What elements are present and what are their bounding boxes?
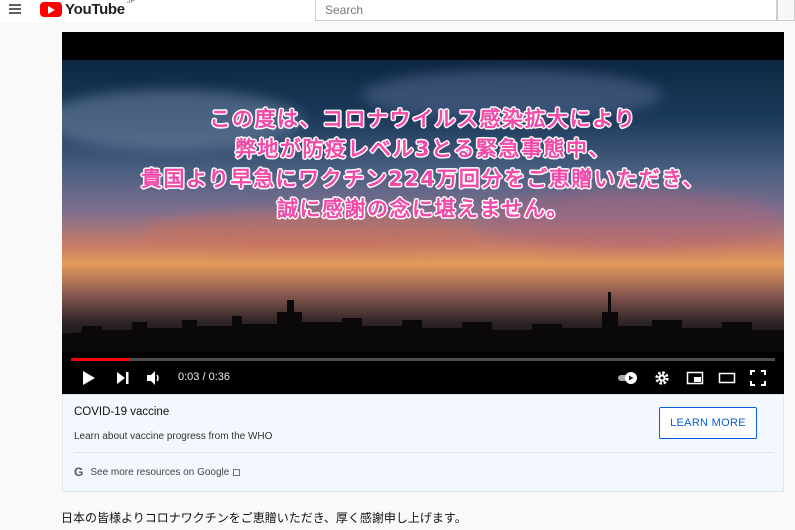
video-description: 日本の皆様よりコロナワクチンをご恵贈いただき、厚く感謝申し上げます。 [61, 511, 467, 525]
info-panel-description: Learn about vaccine progress from the WH… [74, 431, 273, 442]
progress-fill [71, 358, 130, 361]
video-player[interactable]: この度は、コロナウイルス感染拡大により 弊地が防疫レベル3とる緊急事態中、 貴国… [62, 32, 784, 394]
city-skyline [62, 292, 784, 352]
theater-mode-icon[interactable] [718, 370, 736, 386]
youtube-play-icon [40, 2, 62, 17]
subtitle-overlay: この度は、コロナウイルス感染拡大により 弊地が防疫レベル3とる緊急事態中、 貴国… [62, 104, 784, 224]
google-link-text: See more resources on Google [90, 466, 230, 478]
learn-more-button[interactable]: LEARN MORE [659, 407, 757, 439]
autoplay-toggle-icon[interactable] [617, 370, 639, 386]
google-resources-link[interactable]: G See more resources on Google [74, 465, 241, 479]
miniplayer-icon[interactable] [686, 370, 704, 386]
info-panel-title: COVID-19 vaccine [74, 406, 170, 418]
caption-line-2: 弊地が防疫レベル3とる緊急事態中、 [234, 137, 612, 161]
covid-info-panel: COVID-19 vaccine Learn about vaccine pro… [62, 394, 784, 492]
progress-bar[interactable] [71, 358, 775, 361]
search-input[interactable] [316, 0, 776, 20]
menu-icon[interactable] [9, 4, 21, 14]
player-controls: 0:03 / 0:36 [62, 362, 784, 394]
settings-gear-icon[interactable] [654, 370, 670, 386]
logo-text: YouTube [65, 1, 125, 18]
logo-country-code: JP [126, 0, 136, 5]
play-icon[interactable] [82, 370, 96, 386]
next-icon[interactable] [116, 370, 130, 386]
search-button[interactable] [777, 0, 795, 21]
time-display: 0:03 / 0:36 [178, 371, 230, 383]
caption-line-1: この度は、コロナウイルス感染拡大により [209, 107, 637, 131]
top-bar: YouTube JP [0, 0, 795, 22]
fullscreen-icon[interactable] [750, 370, 766, 386]
volume-icon[interactable] [146, 370, 162, 386]
external-link-icon [233, 468, 241, 476]
caption-line-3: 貴国より早急にワクチン224万回分をご恵贈いただき、 [141, 167, 705, 191]
youtube-logo[interactable]: YouTube JP [40, 0, 136, 18]
google-icon: G [74, 465, 84, 479]
divider [74, 452, 774, 453]
search-box [315, 0, 777, 21]
caption-line-4: 誠に感謝の念に堪えません。 [277, 197, 569, 221]
